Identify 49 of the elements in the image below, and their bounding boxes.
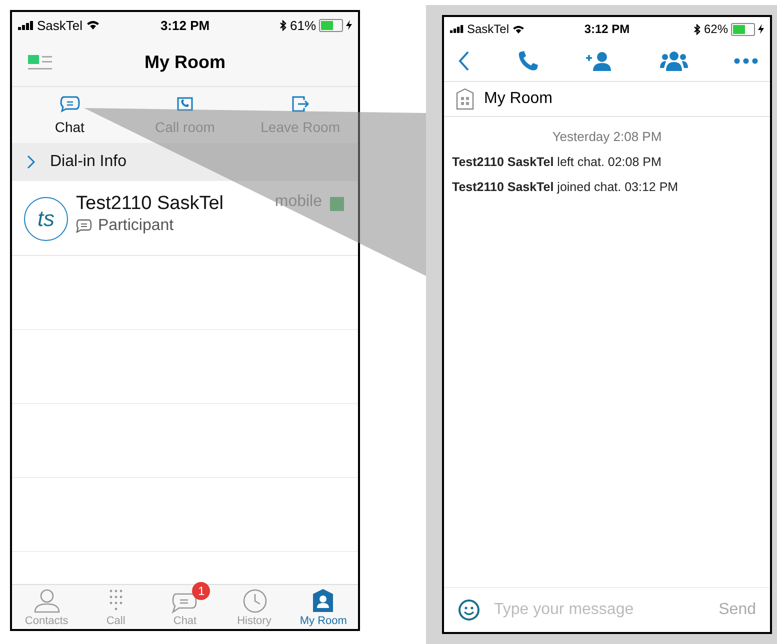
building-icon xyxy=(456,88,474,110)
tab-button[interactable]: Call xyxy=(81,585,150,629)
tab-button[interactable]: Chat 1 xyxy=(150,585,220,629)
device-label: mobile xyxy=(274,193,322,211)
battery-icon xyxy=(731,22,756,36)
send-button[interactable]: Send xyxy=(718,601,756,619)
chat-bubble-icon xyxy=(76,219,92,233)
room-title: My Room xyxy=(484,90,552,108)
presence-icon xyxy=(330,197,344,211)
status-time: 3:12 PM xyxy=(584,22,630,36)
bluetooth-icon xyxy=(694,24,701,34)
tab-button[interactable]: My Room xyxy=(288,585,358,629)
people-icon[interactable] xyxy=(660,51,688,71)
tab-button[interactable]: History xyxy=(220,585,289,629)
chat-event: Test2110 SaskTel joined chat. 03:12 PM xyxy=(452,180,680,194)
participant-name: Test2110 SaskTel xyxy=(76,193,225,215)
unread-badge: 1 xyxy=(192,582,210,600)
wifi-icon xyxy=(86,20,100,30)
signal-icon xyxy=(450,25,464,33)
status-time: 3:12 PM xyxy=(160,18,210,32)
date-separator: Yesterday 2:08 PM xyxy=(551,129,663,144)
avatar: ts xyxy=(24,197,68,241)
battery-icon xyxy=(319,18,344,32)
tab-button[interactable]: Contacts xyxy=(12,585,82,629)
message-field[interactable]: Type your message xyxy=(492,600,707,620)
participant-role: Participant xyxy=(98,217,174,235)
phone-icon xyxy=(174,95,195,113)
more-icon[interactable] xyxy=(734,58,758,64)
phone-icon[interactable] xyxy=(516,50,538,72)
charging-icon xyxy=(346,20,352,30)
person-icon xyxy=(32,588,62,614)
battery-percent: 61% xyxy=(290,18,316,32)
dial-in-row[interactable]: Dial-in Info xyxy=(12,143,358,181)
charging-icon xyxy=(758,24,764,34)
battery-percent: 62% xyxy=(704,22,728,36)
signal-icon xyxy=(18,20,34,30)
add-person-icon[interactable] xyxy=(585,51,613,71)
chevron-icon xyxy=(26,155,36,169)
exit-icon xyxy=(290,95,310,113)
action-button[interactable]: Chat xyxy=(12,87,128,143)
bluetooth-icon xyxy=(280,20,287,30)
carrier-name: SaskTel xyxy=(37,18,83,32)
chat-event: Test2110 SaskTel left chat. 02:08 PM xyxy=(452,155,662,169)
chat-bubble-icon xyxy=(60,95,80,113)
screen-title: My Room xyxy=(144,52,226,72)
back-icon[interactable] xyxy=(458,51,470,71)
wifi-icon xyxy=(512,24,526,34)
carrier-name: SaskTel xyxy=(467,22,510,36)
emoji-icon[interactable] xyxy=(458,599,480,621)
